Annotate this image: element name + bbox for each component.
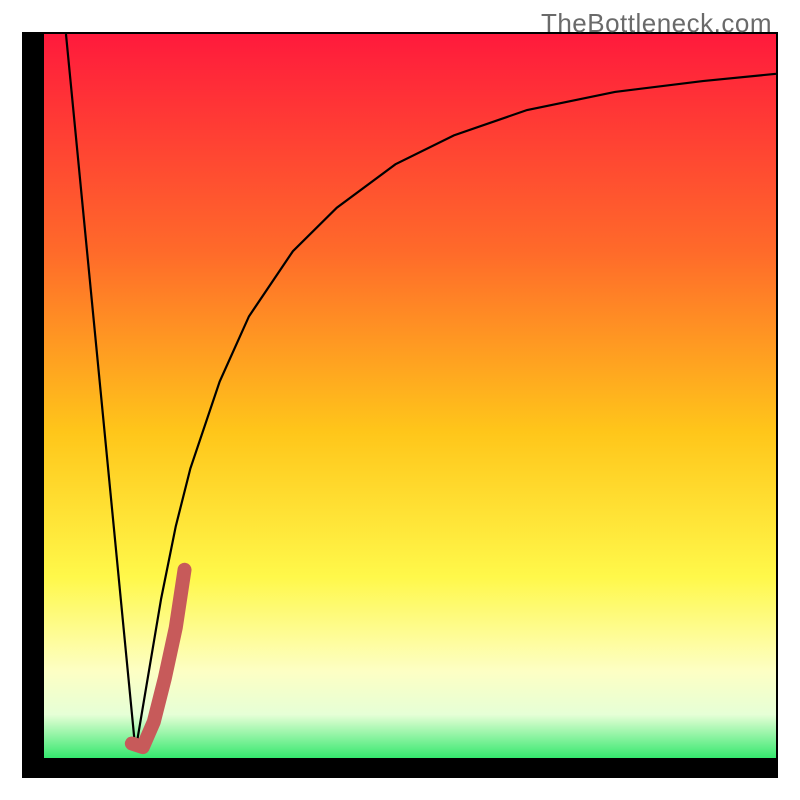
plot-svg [22, 32, 778, 778]
plot-frame [22, 32, 778, 778]
watermark-text: TheBottleneck.com [541, 8, 772, 39]
gradient-background [44, 34, 776, 758]
chart-container: TheBottleneck.com [0, 0, 800, 800]
